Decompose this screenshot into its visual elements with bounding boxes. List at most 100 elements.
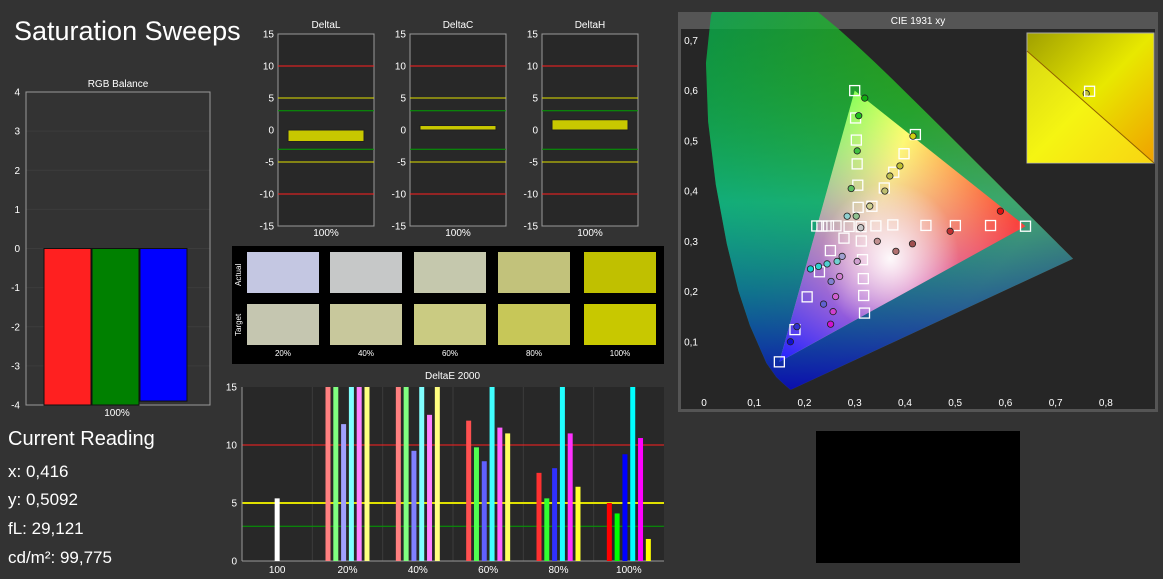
rgb-ytick-label: 0: [14, 244, 20, 255]
delta-e-bar: [395, 387, 401, 561]
page-title: Saturation Sweeps: [14, 16, 241, 46]
rgb-ytick-label: 4: [14, 88, 20, 99]
delta-l-ytick-label: 10: [263, 62, 275, 73]
color-preview-box: [816, 431, 1020, 563]
delta-c-ytick-label: -10: [392, 190, 407, 201]
swatch-target: [498, 304, 570, 345]
rgb-balance-chart: 4 3 2 1 0 -1 -2 -3 -4 100%: [11, 88, 211, 419]
cie-xtick-label: 0,5: [948, 398, 962, 409]
cie-xtick-label: 0,6: [998, 398, 1012, 409]
delta-e-bar: [614, 513, 620, 561]
color-swatch-panel: Actual Target 20% 40% 60% 80% 100%: [232, 246, 664, 364]
cie-measured-point: [881, 187, 889, 195]
cie-ytick-label: 0,1: [684, 337, 698, 348]
delta-e-ytick-label: 0: [231, 557, 237, 568]
cie-ytick-label: 0,6: [684, 86, 698, 97]
rgb-ytick-label: 2: [14, 166, 20, 177]
cie-measured-point: [886, 172, 894, 180]
delta-h-ytick-label: -5: [529, 158, 538, 169]
swatch-target: [584, 304, 656, 345]
swatch-row-label-actual: Actual: [234, 263, 243, 286]
swatch-column-label: 40%: [357, 349, 374, 358]
cie-measured-point: [909, 132, 917, 140]
cie-xtick-label: 0,3: [848, 398, 862, 409]
delta-c-ytick-label: -15: [392, 222, 407, 233]
delta-e-bar: [630, 387, 636, 561]
rgb-bar-green: [91, 248, 140, 406]
delta-l-ytick-label: -5: [265, 158, 274, 169]
cie-measured-point: [855, 112, 863, 120]
cie-measured-point: [826, 320, 835, 328]
delta-e-bar: [481, 461, 487, 561]
delta-e-bar: [505, 433, 511, 561]
delta-e-chart: 15 10 5 0 100 20% 40% 60% 80% 100%: [226, 383, 664, 576]
delta-e-bar: [606, 503, 612, 561]
cie-measured-point: [852, 212, 860, 220]
delta-c-ytick-label: 0: [400, 126, 406, 137]
rgb-ytick-label: -3: [11, 361, 20, 372]
delta-e-bar: [333, 387, 339, 561]
swatch-target: [330, 304, 402, 345]
delta-e-bar: [434, 387, 440, 561]
delta-l-ytick-label: -15: [260, 222, 275, 233]
cie-measured-point: [861, 94, 869, 102]
delta-e-category-label: 40%: [408, 565, 428, 576]
cie-xtick-label: 0,2: [798, 398, 812, 409]
swatch-row-label-target: Target: [234, 313, 243, 336]
delta-l-ytick-label: 0: [268, 126, 274, 137]
cie-measured-point: [853, 147, 861, 155]
delta-e-bar: [622, 454, 628, 561]
delta-e-category-label: 100%: [616, 565, 642, 576]
delta-e-bar: [497, 427, 503, 561]
cie-measured-point: [892, 247, 900, 255]
cie-measured-point: [896, 162, 904, 170]
swatch-column-label: 80%: [525, 349, 542, 358]
delta-e-bar: [341, 424, 347, 561]
delta-e-bar: [638, 438, 644, 561]
rgb-ytick-label: 1: [14, 205, 20, 216]
delta-c-ytick-label: 15: [395, 30, 407, 41]
cie-measured-point: [823, 260, 831, 268]
delta-e-bar: [411, 450, 417, 561]
delta-e-bar: [567, 433, 573, 561]
swatch-actual: [247, 252, 319, 293]
cie-ytick-label: 0,3: [684, 237, 698, 248]
cie-measured-point: [806, 265, 815, 273]
delta-l-ytick-label: 15: [263, 30, 275, 41]
delta-e-bar: [356, 387, 362, 561]
delta-e-ytick-label: 15: [226, 383, 238, 394]
swatch-column-label: 20%: [274, 349, 291, 358]
cie-measured-point: [833, 257, 841, 265]
delta-l-category-label: 100%: [313, 228, 339, 239]
delta-e-bar: [364, 387, 370, 561]
swatch-actual: [584, 252, 656, 293]
delta-e-category-label: 60%: [478, 565, 498, 576]
delta-e-bar: [473, 447, 479, 561]
rgb-ytick-label: -1: [11, 283, 20, 294]
delta-e-bar: [466, 420, 472, 561]
delta-h-ytick-label: 5: [532, 94, 538, 105]
cie-measured-point: [829, 308, 837, 316]
swatch-column-label: 100%: [609, 349, 631, 358]
delta-e-bar: [348, 387, 354, 561]
delta-h-ytick-label: -15: [524, 222, 539, 233]
cie-xtick-label: 0,1: [747, 398, 761, 409]
cie-measured-point: [819, 300, 828, 308]
delta-h-category-label: 100%: [577, 228, 603, 239]
cie-xtick-label: 0,8: [1099, 398, 1113, 409]
swatch-actual: [330, 252, 402, 293]
delta-e-bar: [489, 387, 495, 561]
delta-e-ytick-label: 10: [226, 441, 238, 452]
delta-e-bar: [427, 414, 433, 561]
cie-measured-point: [908, 240, 917, 248]
delta-h-ytick-label: -10: [524, 190, 539, 201]
rgb-ytick-label: -2: [11, 322, 20, 333]
delta-e-bar: [575, 486, 581, 561]
delta-e-category-label: 20%: [337, 565, 357, 576]
cie-measured-point: [946, 227, 954, 235]
delta-c-category-label: 100%: [445, 228, 471, 239]
delta-l-bar: [287, 129, 365, 143]
delta-c-ytick-label: 10: [395, 62, 407, 73]
delta-e-bar: [559, 387, 565, 561]
cie-measured-point: [866, 202, 874, 210]
